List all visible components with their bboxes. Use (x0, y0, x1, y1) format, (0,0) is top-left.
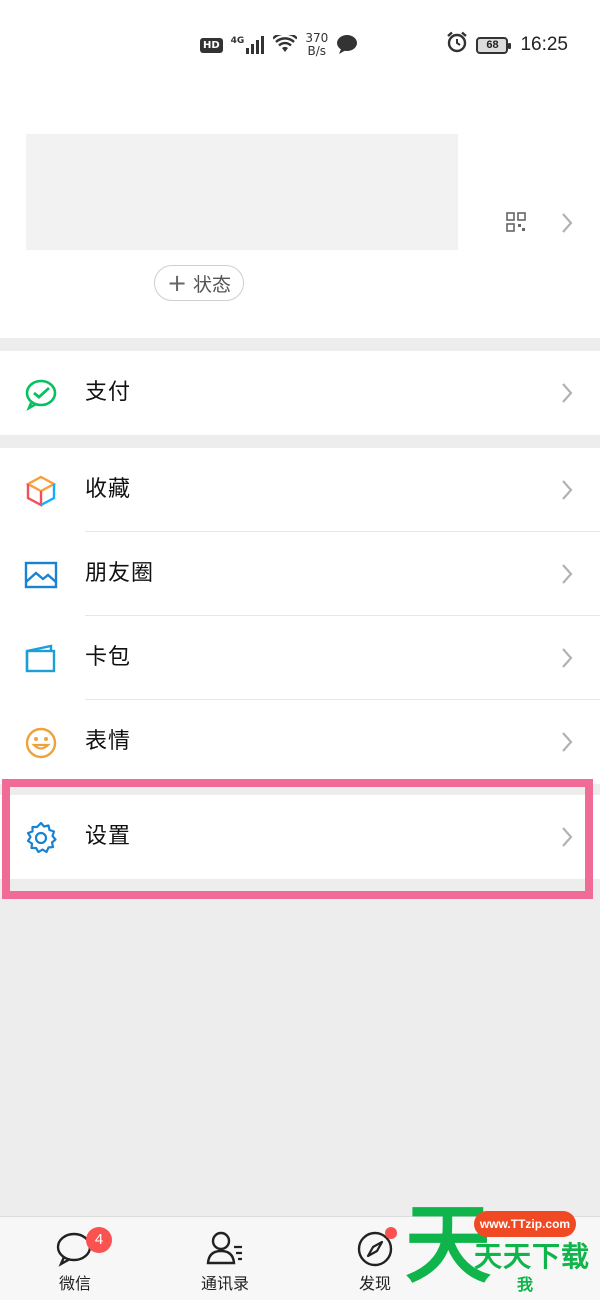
favorites-cube-icon (24, 474, 58, 508)
chevron-right-icon (560, 212, 574, 234)
chevron-right-icon (560, 479, 574, 501)
watermark-text: 天天下载 (474, 1240, 591, 1273)
unread-badge: 4 (86, 1227, 112, 1253)
message-notification-icon (336, 34, 358, 57)
menu-item-cards[interactable]: 卡包 (0, 616, 600, 700)
moments-label: 朋友圈 (85, 561, 155, 586)
tab-me-label: 我 (516, 1275, 533, 1294)
discover-red-dot (385, 1227, 397, 1239)
chevron-right-icon (560, 563, 574, 585)
status-button-label: 状态 (193, 273, 232, 296)
hd-indicator: HD (200, 37, 223, 53)
speed-unit: B/s (307, 44, 327, 58)
contacts-icon (205, 1229, 245, 1269)
alarm-icon (446, 31, 468, 59)
tab-chats-label: 微信 (58, 1274, 91, 1293)
menu-item-stickers[interactable]: 表情 (0, 700, 600, 784)
cards-label: 卡包 (85, 645, 132, 670)
chevron-right-icon (560, 826, 574, 848)
favorites-label: 收藏 (85, 477, 132, 502)
clock: 16:25 (520, 34, 568, 55)
menu-item-settings[interactable]: 设置 (0, 795, 600, 879)
settings-label: 设置 (85, 824, 132, 849)
menu-group-pay: 支付 (0, 351, 600, 435)
moments-image-icon (24, 558, 58, 592)
signal-icon: 4G (231, 36, 266, 54)
pay-label: 支付 (85, 380, 132, 405)
network-type: 4G (230, 36, 245, 46)
battery-icon: 68 (476, 36, 512, 54)
tab-chats[interactable]: 4 微信 (0, 1217, 150, 1300)
chevron-right-icon (560, 382, 574, 404)
status-right: 68 16:25 (446, 30, 568, 60)
tab-contacts-label: 通讯录 (200, 1274, 249, 1293)
network-speed: 370 B/s (305, 32, 328, 58)
chevron-right-icon (560, 647, 574, 669)
chevron-right-icon (560, 731, 574, 753)
add-status-button[interactable]: + 状态 (154, 265, 244, 301)
card-wallet-icon (24, 642, 58, 676)
qr-code-icon[interactable] (506, 212, 526, 232)
menu-group-main: 收藏 朋友圈 卡包 表情 (0, 448, 600, 784)
pay-icon (24, 377, 58, 411)
tab-contacts[interactable]: 通讯录 (150, 1217, 300, 1300)
profile-info-redacted (26, 134, 458, 250)
status-bar: HD 4G 370 B/s 68 16:25 (0, 0, 600, 90)
status-left: HD 4G 370 B/s (200, 30, 358, 60)
wifi-icon (272, 31, 299, 56)
watermark-url: www.TTzip.com (474, 1211, 576, 1237)
stickers-label: 表情 (85, 729, 132, 754)
smiley-face-icon (24, 726, 58, 760)
plus-icon: + (166, 269, 188, 297)
gear-icon (24, 821, 58, 855)
profile-header[interactable]: + 状态 (0, 90, 600, 338)
menu-item-pay[interactable]: 支付 (0, 351, 600, 435)
menu-group-settings: 设置 (0, 795, 600, 879)
menu-item-favorites[interactable]: 收藏 (0, 448, 600, 532)
menu-item-moments[interactable]: 朋友圈 (0, 532, 600, 616)
